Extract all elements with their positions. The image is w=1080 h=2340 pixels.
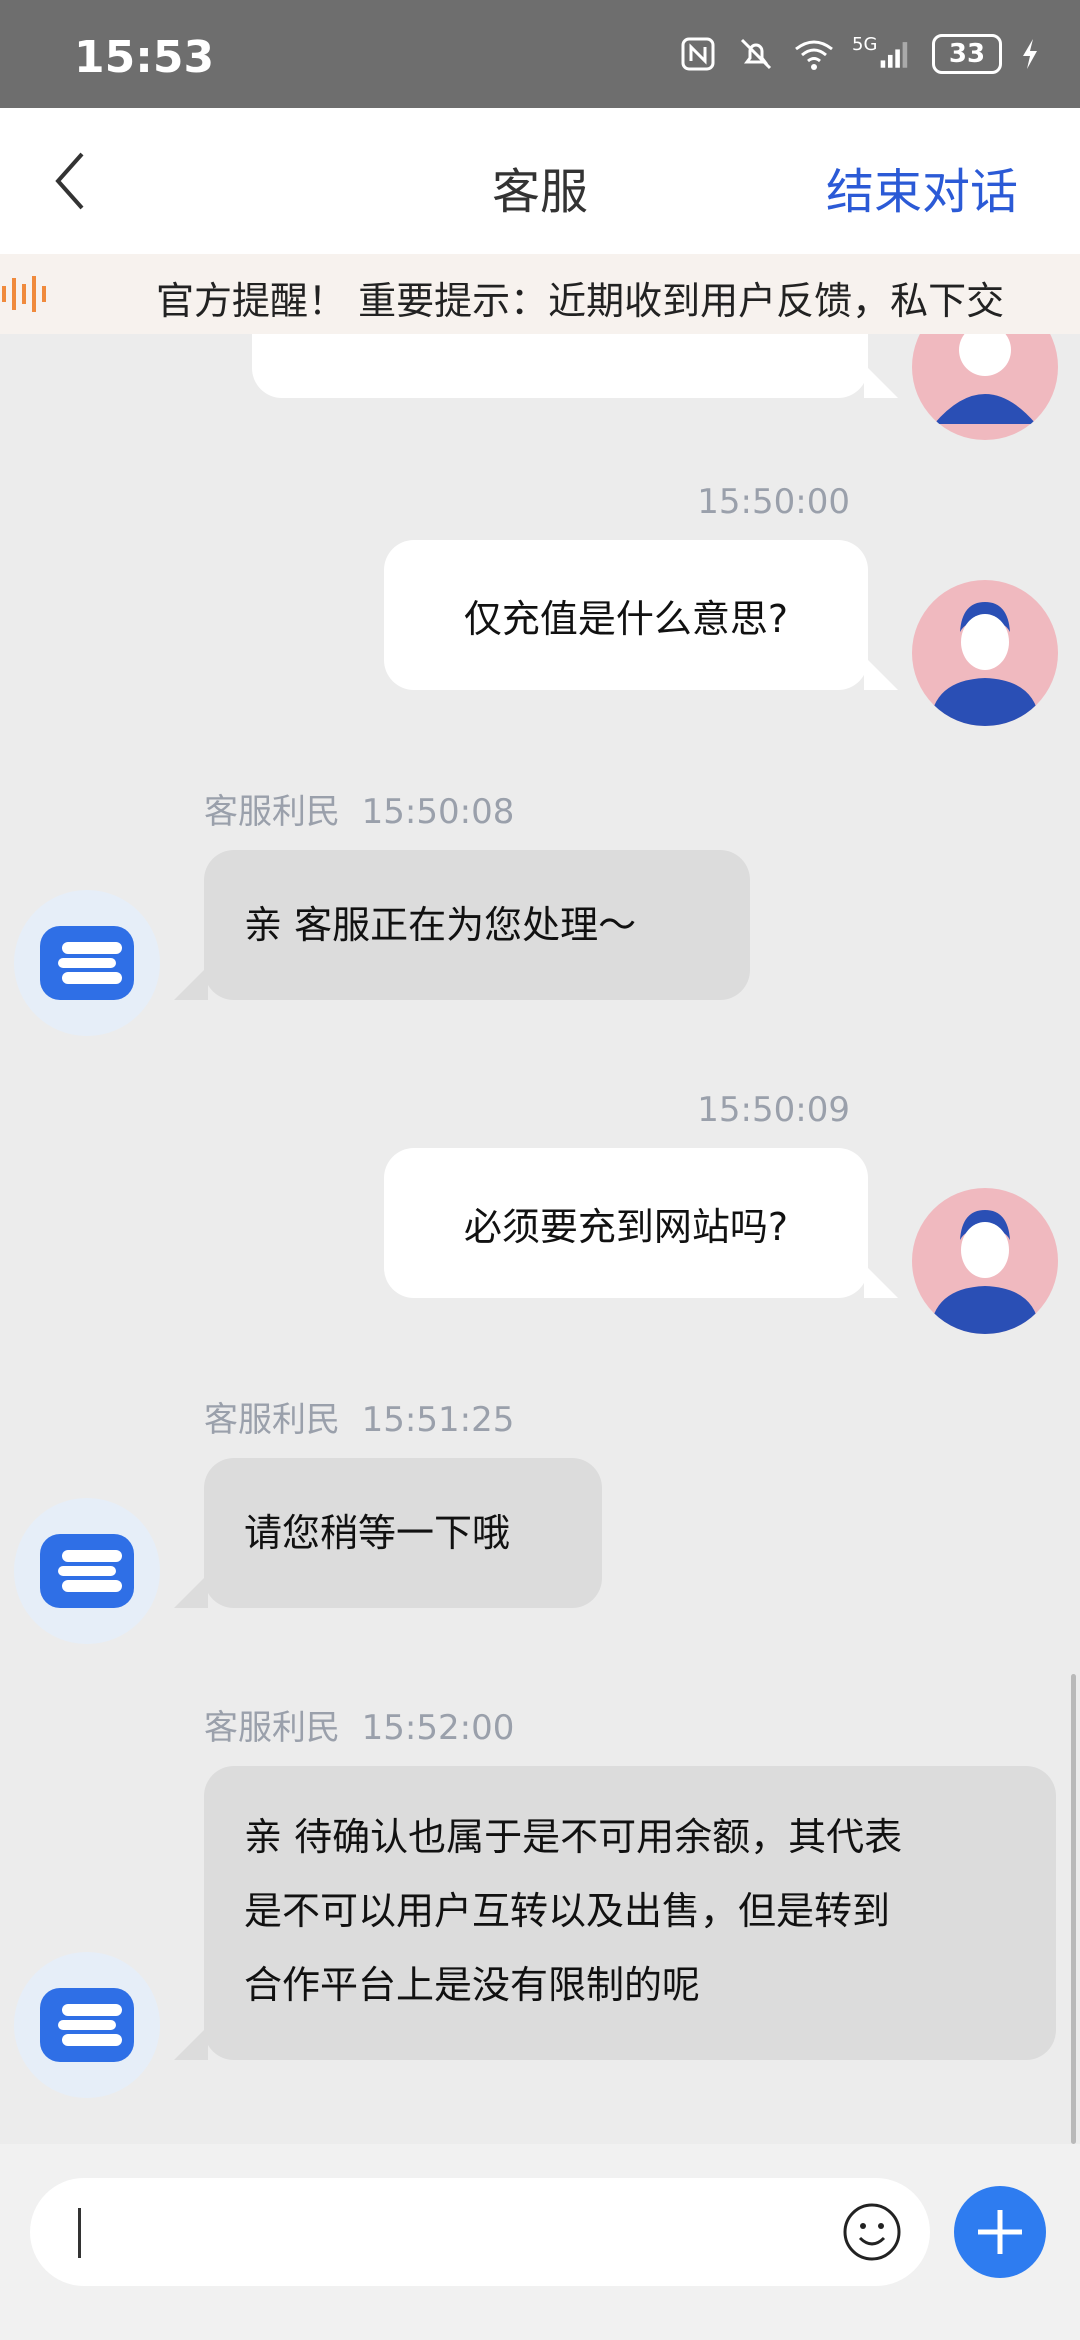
smiley-icon (843, 2203, 901, 2261)
notice-text: 官方提醒！ 重要提示：近期收到用户反馈，私下交 (156, 279, 1005, 323)
user-avatar[interactable] (912, 334, 1058, 440)
sound-wave-icon (0, 274, 54, 314)
message-text: 请您稍等一下哦 (244, 1511, 511, 1555)
mute-bell-icon (736, 34, 776, 74)
message-text: 必须要充到网站吗? (463, 1204, 789, 1249)
service-logo-icon (40, 926, 134, 1000)
text-cursor (78, 2208, 81, 2258)
sender-name: 客服利民 (204, 1400, 340, 1440)
signal-icon: 5G (852, 34, 914, 74)
sender-name: 客服利民 (204, 792, 340, 832)
message-time: 15:51:25 (361, 1400, 515, 1440)
message-bubble-partial (252, 334, 898, 398)
chat-scrollbar[interactable] (1071, 1674, 1076, 2144)
message-text: 仅充值是什么意思? (463, 596, 789, 641)
message-time: 15:52:00 (361, 1708, 515, 1748)
message-line: 亲 待确认也属于是不可用余额，其代表 (244, 1815, 903, 1859)
person-icon (934, 334, 1036, 424)
agent-avatar[interactable] (14, 1952, 160, 2098)
user-avatar[interactable] (912, 580, 1058, 726)
message-text: 亲 客服正在为您处理～ (244, 903, 637, 947)
chat-area[interactable]: 15:50:00 仅充值是什么意思? 客服利民 15:50:08 亲 客服正在为… (0, 334, 1080, 2144)
agent-avatar[interactable] (14, 1498, 160, 1644)
person-icon (930, 602, 1040, 726)
sender-name: 客服利民 (204, 1708, 340, 1748)
network-label: 5G (852, 33, 878, 55)
status-bar: 15:53 5G 33 (0, 0, 1080, 108)
wifi-icon (794, 34, 834, 74)
end-conversation-button[interactable]: 结束对话 (826, 152, 1018, 222)
message-time: 15:50:00 (697, 482, 850, 522)
message-input[interactable] (30, 2178, 930, 2286)
battery-icon: 33 (932, 34, 1002, 74)
agent-avatar[interactable] (14, 890, 160, 1036)
message-line: 合作平台上是没有限制的呢 (244, 1963, 701, 2007)
input-bar (0, 2144, 1080, 2340)
service-logo-icon (40, 1534, 134, 1608)
charging-icon (1020, 34, 1040, 74)
nav-bar: 客服 结束对话 (0, 108, 1080, 254)
status-icons: 5G 33 (678, 34, 1040, 74)
message-line: 是不可以用户互转以及出售，但是转到 (244, 1889, 891, 1933)
message-bubble[interactable]: 仅充值是什么意思? (384, 540, 898, 690)
emoji-button[interactable] (842, 2202, 902, 2262)
nfc-icon (678, 34, 718, 74)
battery-level: 33 (948, 39, 986, 69)
message-meta: 客服利民 15:52:00 (204, 1700, 514, 1749)
user-avatar[interactable] (912, 1188, 1058, 1334)
message-bubble[interactable]: 必须要充到网站吗? (384, 1148, 898, 1298)
add-attachment-button[interactable] (954, 2186, 1046, 2278)
notice-banner[interactable]: 官方提醒！ 重要提示：近期收到用户反馈，私下交 (0, 254, 1080, 334)
plus-icon (978, 2210, 1022, 2254)
message-meta: 客服利民 15:51:25 (204, 1392, 514, 1441)
person-icon (930, 1210, 1040, 1334)
message-bubble[interactable]: 请您稍等一下哦 (174, 1458, 602, 1608)
message-time: 15:50:08 (361, 792, 515, 832)
message-bubble[interactable]: 亲 待确认也属于是不可用余额，其代表 是不可以用户互转以及出售，但是转到 合作平… (174, 1766, 1056, 2060)
status-time: 15:53 (74, 32, 215, 83)
message-time: 15:50:09 (697, 1090, 850, 1130)
message-bubble[interactable]: 亲 客服正在为您处理～ (174, 850, 750, 1000)
message-meta: 客服利民 15:50:08 (204, 784, 514, 833)
service-logo-icon (40, 1988, 134, 2062)
